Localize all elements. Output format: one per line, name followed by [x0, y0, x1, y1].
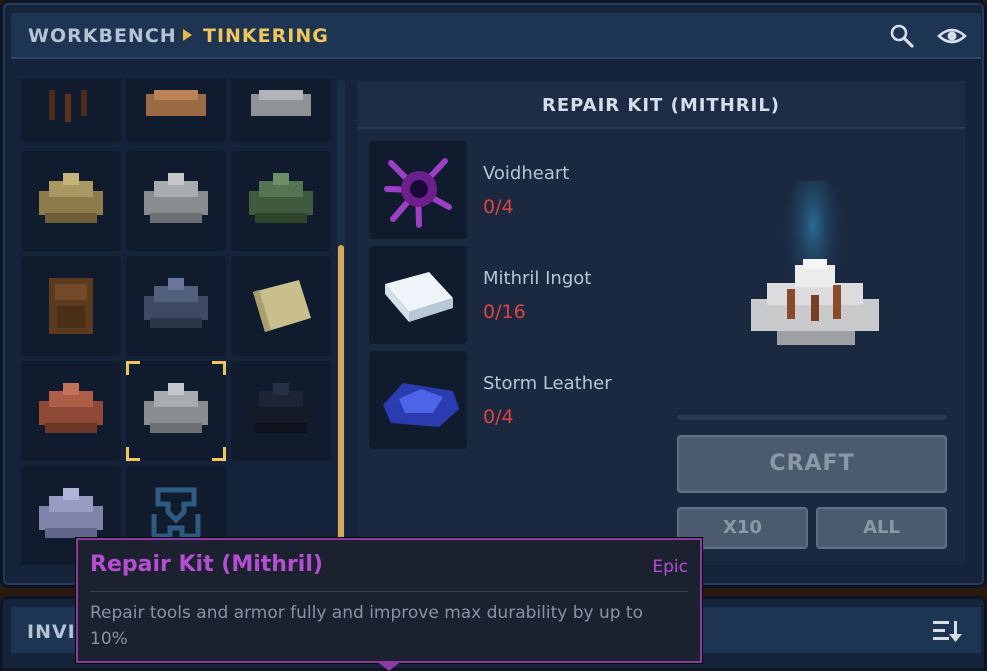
recipe-grid[interactable]: [17, 79, 335, 565]
storm-leather-icon: [369, 351, 467, 449]
material-count: 0/4: [483, 406, 514, 428]
silver-repair-kit-icon: [144, 173, 208, 223]
craft-button[interactable]: CRAFT: [677, 435, 947, 493]
leather-backpack-icon: [49, 278, 93, 334]
inventory-title: INVI: [27, 621, 76, 643]
grid-scrollbar-thumb[interactable]: [338, 245, 344, 541]
material-name: Mithril Ingot: [483, 268, 592, 289]
recipe-slot[interactable]: [231, 79, 331, 142]
craft-progress-bar: [677, 415, 947, 420]
recipe-slot[interactable]: [126, 79, 226, 142]
item-tooltip: Repair Kit (Mithril) Epic Repair tools a…: [76, 538, 702, 671]
recipe-slot[interactable]: [21, 256, 121, 356]
tooltip-rarity: Epic: [652, 557, 688, 577]
material-name: Voidheart: [483, 163, 570, 184]
breadcrumb-tinkering: TINKERING: [203, 25, 329, 47]
selection-corner: [212, 361, 226, 375]
mithril-ingot-icon: [369, 246, 467, 344]
bronze-repair-kit-icon: [146, 90, 206, 116]
iron-repair-kit-icon: [251, 90, 311, 116]
obsidian-repair-kit-icon: [249, 383, 313, 433]
voidheart-icon: [369, 141, 467, 239]
material-row: Storm Leather 0/4: [369, 351, 669, 451]
wooden-stakes-icon: [49, 90, 87, 122]
copper-repair-kit-icon: [39, 383, 103, 433]
jade-repair-kit-icon: [249, 173, 313, 223]
recipe-slot[interactable]: [126, 151, 226, 251]
material-name: Storm Leather: [483, 373, 612, 394]
crafted-item-preview: [737, 171, 937, 411]
recipe-slot[interactable]: [231, 151, 331, 251]
material-row: Voidheart 0/4: [369, 141, 669, 241]
cobalt-repair-kit-icon: [144, 278, 208, 328]
selection-corner: [126, 447, 140, 461]
workbench-window: WORKBENCH TINKERING REPAIR KIT (MITHRIL)…: [0, 0, 987, 588]
recipe-detail-panel: REPAIR KIT (MITHRIL) Voidheart 0/4 Mithr…: [357, 81, 965, 565]
recipe-slot[interactable]: [126, 256, 226, 356]
material-count: 0/4: [483, 196, 514, 218]
breadcrumb-separator-icon: [183, 29, 192, 41]
breadcrumb-workbench[interactable]: WORKBENCH: [28, 25, 177, 47]
eye-icon[interactable]: [937, 23, 967, 49]
recipe-slot-selected[interactable]: [126, 361, 226, 461]
tooltip-divider: [90, 591, 688, 592]
mithril-repair-kit-icon: [144, 383, 208, 433]
recipe-slot[interactable]: [231, 256, 331, 356]
header-bar: WORKBENCH TINKERING: [11, 13, 981, 59]
recipe-title: REPAIR KIT (MITHRIL): [357, 81, 965, 129]
sort-icon[interactable]: [933, 619, 963, 643]
search-icon[interactable]: [889, 23, 915, 49]
tooltip-title: Repair Kit (Mithril): [90, 552, 323, 577]
repair-kit-mithril-icon: [751, 171, 879, 351]
craft-all-button[interactable]: ALL: [816, 507, 947, 549]
recipe-slot[interactable]: [21, 361, 121, 461]
recipe-slot[interactable]: [21, 151, 121, 251]
selection-corner: [126, 361, 140, 375]
sandstone-repair-kit-icon: [39, 173, 103, 223]
tooltip-pointer: [376, 661, 402, 671]
selection-corner: [212, 447, 226, 461]
scroll-icon: [253, 280, 311, 332]
recipe-slot[interactable]: [21, 79, 121, 142]
recipe-slot[interactable]: [231, 361, 331, 461]
material-row: Mithril Ingot 0/16: [369, 246, 669, 346]
tooltip-description: Repair tools and armor fully and improve…: [90, 603, 643, 649]
material-count: 0/16: [483, 301, 526, 323]
